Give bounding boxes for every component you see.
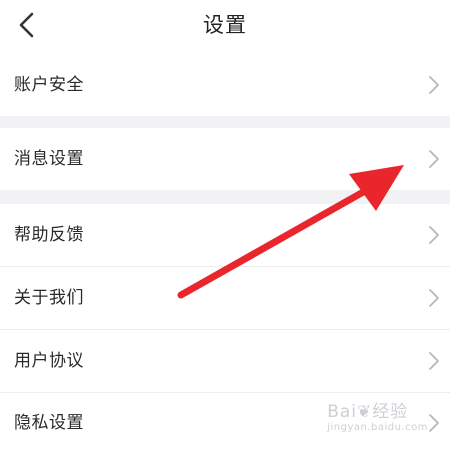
- watermark-site: jingyan.baidu.com: [327, 422, 428, 433]
- watermark-brand-suffix: 经验: [372, 402, 409, 422]
- settings-item-label: 消息设置: [14, 149, 84, 169]
- chevron-right-icon: [428, 288, 440, 308]
- settings-item-label: 帮助反馈: [14, 225, 84, 245]
- chevron-right-icon: [428, 351, 440, 371]
- settings-item-user-agreement[interactable]: 用户协议: [0, 330, 450, 392]
- section-gap: [0, 116, 450, 128]
- page-title: 设置: [203, 13, 247, 37]
- settings-item-account-security[interactable]: 账户安全: [0, 54, 450, 116]
- chevron-right-icon: [428, 149, 440, 169]
- settings-item-label: 用户协议: [14, 351, 84, 371]
- chevron-right-icon: [428, 75, 440, 95]
- settings-item-about-us[interactable]: 关于我们: [0, 267, 450, 329]
- settings-item-label: 关于我们: [14, 288, 84, 308]
- watermark-brand: Bai: [327, 402, 358, 422]
- settings-item-message-settings[interactable]: 消息设置: [0, 128, 450, 190]
- paw-icon: ❦: [357, 402, 373, 422]
- navbar: 设置: [0, 0, 450, 52]
- chevron-right-icon: [428, 413, 440, 433]
- settings-item-label: 隐私设置: [14, 413, 84, 433]
- settings-screen: 设置 账户安全 消息设置 帮助反馈 关于我们 用户协议 隐私设置 Bai❦经验 …: [0, 0, 450, 450]
- settings-item-label: 账户安全: [14, 75, 84, 95]
- section-gap: [0, 190, 450, 204]
- chevron-right-icon: [428, 225, 440, 245]
- watermark: Bai❦经验 jingyan.baidu.com: [327, 404, 428, 436]
- settings-item-help-feedback[interactable]: 帮助反馈: [0, 204, 450, 266]
